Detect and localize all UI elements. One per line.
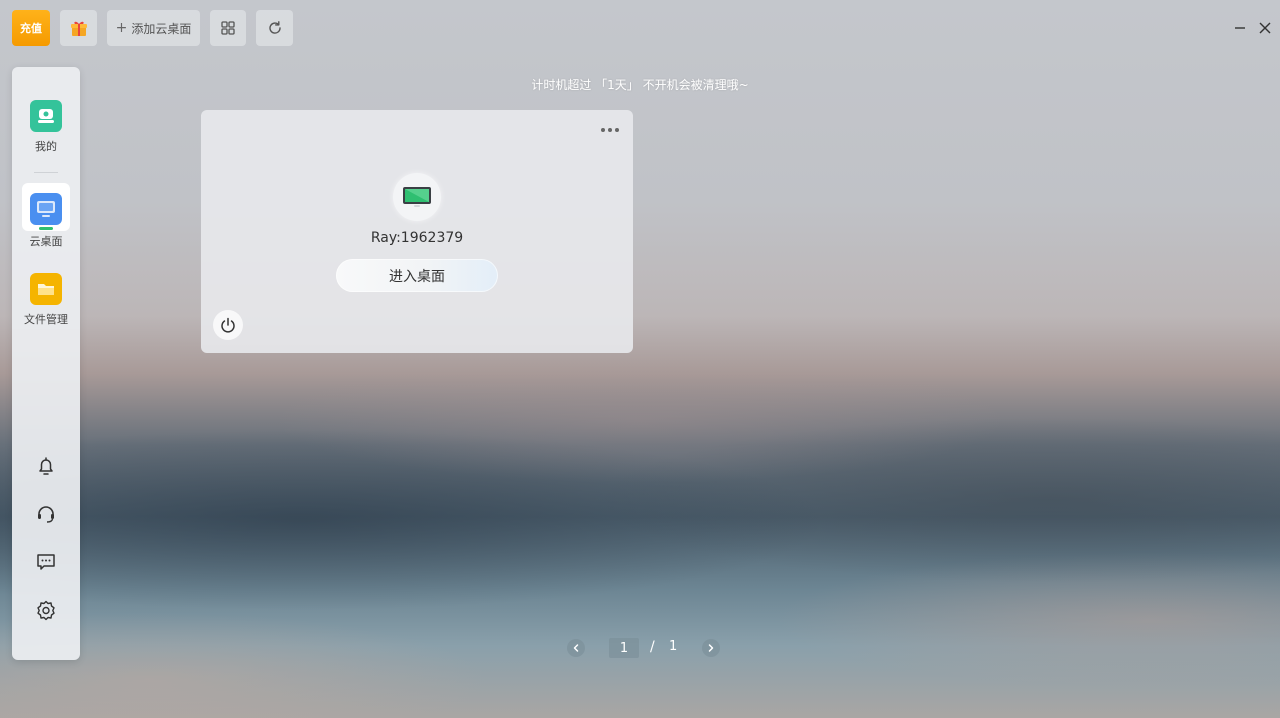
chevron-left-icon: [573, 644, 579, 652]
bell-icon: [39, 457, 53, 475]
grid-view-icon: [221, 21, 235, 35]
enter-desktop-button[interactable]: 进入桌面: [336, 259, 498, 292]
user-profile-icon: [30, 100, 62, 132]
recharge-button[interactable]: 充值: [12, 10, 50, 46]
more-dot: [608, 128, 612, 132]
grid-view-button[interactable]: [210, 10, 246, 46]
chevron-right-icon: [708, 644, 714, 652]
page-separator: /: [650, 639, 655, 655]
enter-desktop-label: 进入桌面: [389, 268, 445, 285]
sidebar-item-file-manager[interactable]: 文件管理: [12, 273, 80, 327]
desktop-name: Ray:1962379: [370, 230, 464, 246]
settings-button[interactable]: [34, 598, 58, 622]
customer-service-button[interactable]: [34, 502, 58, 526]
notifications-button[interactable]: [34, 454, 58, 478]
headset-icon: [38, 506, 54, 523]
total-pages: 1: [669, 639, 678, 654]
more-dot: [615, 128, 619, 132]
refresh-icon: [268, 21, 281, 34]
sidebar: 我的 云桌面 文件管理: [12, 67, 80, 660]
sidebar-item-mine[interactable]: 我的: [12, 100, 80, 154]
minimize-icon: [1235, 27, 1245, 29]
chat-icon: [37, 554, 55, 570]
monitor-icon: [393, 173, 441, 221]
add-cloud-desktop-button[interactable]: + 添加云桌面: [107, 10, 200, 46]
power-button[interactable]: [213, 310, 243, 340]
plus-icon: +: [115, 20, 128, 36]
settings-icon: [37, 600, 55, 621]
refresh-button[interactable]: [256, 10, 293, 46]
current-page[interactable]: 1: [609, 638, 639, 658]
close-icon: [1259, 22, 1271, 34]
cloud-desktop-card: Ray:1962379 进入桌面: [201, 110, 633, 353]
recharge-label: 充值: [20, 22, 42, 35]
next-page-button[interactable]: [702, 639, 720, 657]
folder-icon: [30, 273, 62, 305]
idle-cleanup-notice: 计时机超过 「1天」 不开机会被清理哦~: [531, 78, 749, 92]
sidebar-divider: [34, 172, 58, 173]
sidebar-item-label: 我的: [35, 140, 57, 153]
gift-icon: [70, 21, 87, 36]
add-cloud-desktop-label: 添加云桌面: [131, 21, 192, 36]
sidebar-item-cloud-desktop[interactable]: 云桌面: [12, 183, 80, 249]
more-options-button[interactable]: [601, 128, 619, 132]
gift-button[interactable]: [60, 10, 97, 46]
power-icon: [221, 317, 235, 333]
more-dot: [601, 128, 605, 132]
active-indicator: [39, 227, 53, 230]
close-button[interactable]: [1255, 18, 1275, 38]
previous-page-button[interactable]: [567, 639, 585, 657]
sidebar-item-label: 文件管理: [24, 313, 68, 326]
feedback-button[interactable]: [34, 550, 58, 574]
minimize-button[interactable]: [1230, 18, 1250, 38]
sidebar-item-label: 云桌面: [29, 235, 63, 248]
cloud-desktop-icon: [30, 193, 62, 225]
